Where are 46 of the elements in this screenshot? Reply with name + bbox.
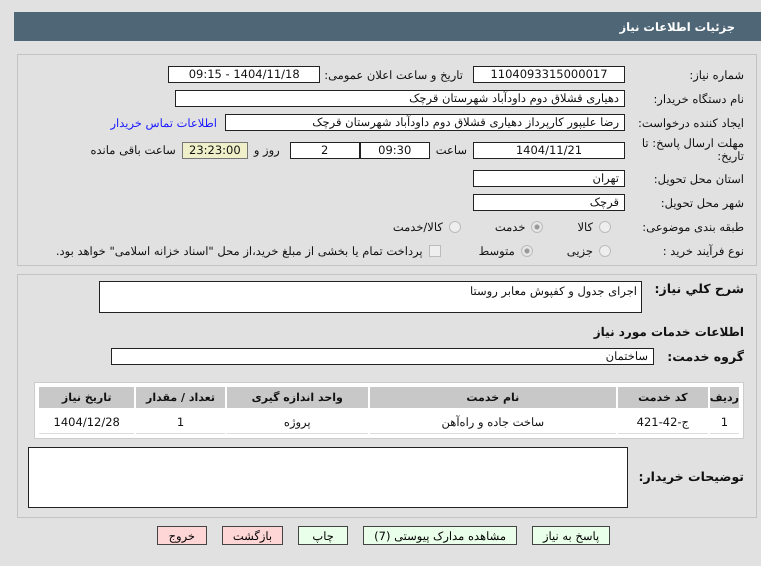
field-label: ایجاد کننده درخواست: — [637, 116, 744, 130]
field-label: طبقه بندی موضوعی: — [641, 220, 744, 234]
column-header: ردیف — [710, 387, 739, 408]
action-button[interactable]: چاپ — [298, 526, 348, 545]
city-field: قرچک — [473, 194, 625, 211]
action-button[interactable]: بازگشت — [222, 526, 284, 545]
deadline-date-field: 1404/11/21 — [473, 142, 625, 158]
field-label: نوع فرآیند خرید : — [662, 244, 744, 258]
remaining-time-field: 23:23:00 — [182, 142, 248, 158]
need-number-field: 1104093315000017 — [473, 66, 625, 83]
field-label: نام دستگاه خریدار: — [652, 92, 744, 106]
section-title: اطلاعات خدمات مورد نیاز — [594, 324, 744, 341]
radio-label: کالا — [577, 220, 593, 234]
column-header: واحد اندازه گیری — [226, 387, 368, 408]
column-header: تاریخ نیاز — [39, 387, 134, 408]
days-field: 2 — [290, 142, 360, 158]
deadline-time-field: 09:30 — [360, 142, 430, 158]
service-group-field: ساختمان — [111, 348, 654, 364]
field-label: شهر محل تحویل: — [660, 196, 744, 210]
field-label: استان محل تحویل: — [652, 172, 744, 186]
field-label: توضیحات خریدار: — [637, 470, 744, 484]
field-label: مهلت ارسال پاسخ: تا تاریخ: — [640, 137, 744, 163]
field-label: ساعت — [436, 143, 467, 157]
requester-field: رضا علیپور کارپرداز دهیاری قشلاق دوم داودآباد شهرستان قرچک — [225, 114, 625, 131]
field-label: تاریخ و ساعت اعلان عمومی: — [324, 68, 463, 82]
column-header: کد خدمت — [618, 387, 708, 408]
field-label: ساعت باقی مانده — [90, 143, 176, 157]
column-header: نام خدمت — [370, 387, 616, 408]
column-header: تعداد / مقدار — [136, 387, 225, 408]
radio-label: خدمت — [494, 220, 526, 234]
buyer-org-field: دهیاری قشلاق دوم داودآباد شهرستان قرچک — [175, 90, 625, 107]
announce-date-field: 1404/11/18 - 09:15 — [168, 66, 320, 83]
contact-link[interactable]: اطلاعات تماس خریدار — [110, 116, 217, 130]
radio-label: متوسط — [478, 244, 515, 258]
province-field: تهران — [473, 170, 625, 187]
radio-label: کالا/خدمت — [392, 220, 443, 234]
action-button[interactable]: پاسخ به نیاز — [532, 526, 610, 545]
action-button[interactable]: مشاهده مدارک پیوستی (7) — [363, 526, 517, 545]
radio-label: جزیی — [566, 244, 593, 258]
checkbox-label: پرداخت تمام یا بخشی از مبلغ خرید،از محل "اسناد خزانه اسلامی" خواهد بود. — [56, 244, 423, 258]
window-title: جزئیات اطلاعات نیاز — [619, 20, 735, 34]
field-label: روز و — [254, 143, 280, 157]
field-label: شرح كلي نياز: — [654, 281, 744, 296]
description-field: اجرای جدول و کفپوش معابر روستا — [99, 281, 642, 313]
action-button[interactable]: خروج — [156, 526, 207, 545]
field-label: شماره نیاز: — [688, 68, 744, 82]
